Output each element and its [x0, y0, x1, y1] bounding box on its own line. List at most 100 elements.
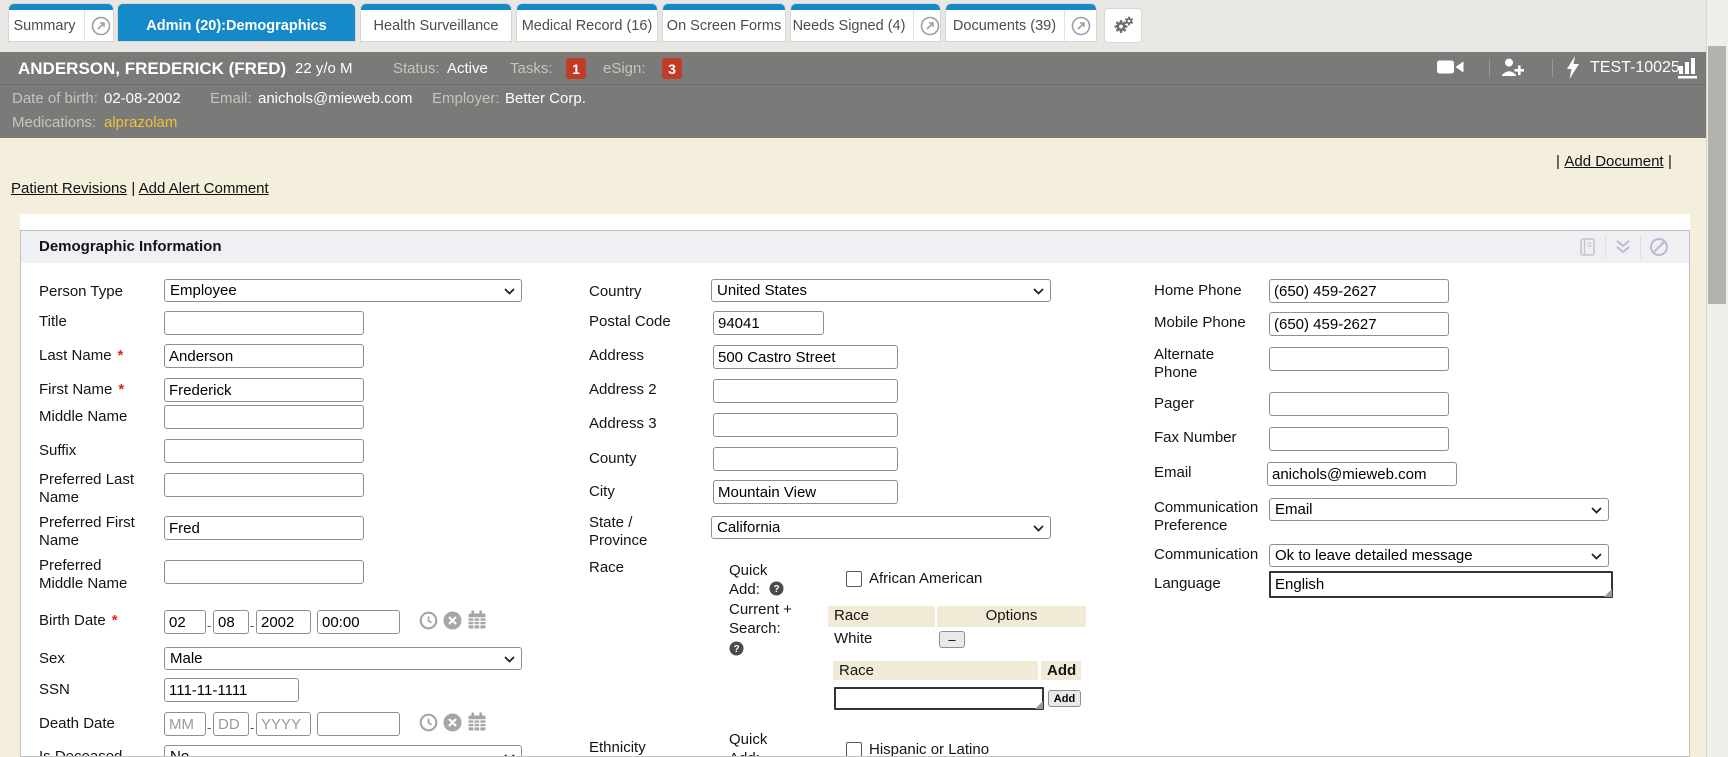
- title-label: Title: [39, 313, 67, 330]
- country-select[interactable]: United States: [711, 279, 1051, 302]
- content-top-margin: [20, 214, 1690, 230]
- journal-icon[interactable]: [1569, 237, 1605, 257]
- fax-number-input[interactable]: [1269, 427, 1449, 451]
- lightning-icon[interactable]: [1566, 56, 1580, 84]
- help-icon[interactable]: ?: [729, 641, 744, 661]
- communication-preference-select[interactable]: Email: [1269, 498, 1609, 521]
- esign-badge[interactable]: 3: [662, 58, 682, 79]
- preferred-middle-name-input[interactable]: [164, 560, 364, 584]
- address2-input[interactable]: [713, 379, 898, 403]
- last-name-label: Last Name*: [39, 347, 123, 364]
- state-province-select[interactable]: California: [711, 516, 1051, 539]
- preferred-last-name-input[interactable]: [164, 473, 364, 497]
- icon-divider: [1489, 59, 1490, 77]
- death-time-input[interactable]: [317, 712, 400, 736]
- address-input[interactable]: [713, 345, 898, 369]
- tab-documents[interactable]: Documents (39): [946, 4, 1096, 41]
- icon-divider: [1552, 59, 1553, 77]
- race-remove-button[interactable]: –: [939, 631, 965, 648]
- death-date-day-input[interactable]: [213, 712, 249, 736]
- first-name-input[interactable]: [164, 378, 364, 402]
- city-input[interactable]: [713, 480, 898, 504]
- date-dash: -: [250, 720, 254, 735]
- resize-grip[interactable]: [1604, 589, 1612, 597]
- death-date-month-input[interactable]: [164, 712, 206, 736]
- scrollbar-thumb[interactable]: [1708, 46, 1726, 304]
- pager-input[interactable]: [1269, 392, 1449, 416]
- date-dash: -: [207, 618, 211, 633]
- tab-label: Health Surveillance: [366, 18, 507, 34]
- birth-date-label: Birth Date*: [39, 612, 118, 629]
- add-document-link[interactable]: Add Document: [1564, 153, 1663, 170]
- death-date-year-input[interactable]: [256, 712, 311, 736]
- clear-date-icon[interactable]: [443, 713, 462, 737]
- birth-date-year-input[interactable]: [256, 610, 311, 634]
- home-phone-input[interactable]: [1269, 279, 1449, 303]
- tasks-label: Tasks:: [510, 60, 553, 77]
- bar-chart-icon[interactable]: [1678, 56, 1698, 84]
- tab-medical-record[interactable]: Medical Record (16): [517, 4, 657, 41]
- race-add-input[interactable]: [834, 687, 1044, 710]
- popout-icon[interactable]: [913, 10, 940, 41]
- suffix-label: Suffix: [39, 442, 76, 459]
- clock-icon[interactable]: [419, 611, 438, 635]
- tab-admin-demographics[interactable]: Admin (20):Demographics: [118, 4, 355, 41]
- birth-date-month-input[interactable]: [164, 610, 206, 634]
- add-alert-comment-link[interactable]: Add Alert Comment: [139, 180, 269, 197]
- help-icon[interactable]: ?: [769, 581, 784, 601]
- popout-icon[interactable]: [1064, 10, 1096, 41]
- panel-header: Demographic Information: [21, 231, 1689, 263]
- address3-input[interactable]: [713, 413, 898, 437]
- race-add-button[interactable]: Add: [1048, 690, 1081, 707]
- middle-name-input[interactable]: [164, 405, 364, 429]
- birth-time-input[interactable]: [317, 610, 400, 634]
- tasks-badge[interactable]: 1: [566, 58, 586, 79]
- add-person-icon[interactable]: [1501, 58, 1524, 82]
- popout-icon[interactable]: [84, 10, 113, 41]
- race-african-american-checkbox[interactable]: [846, 571, 862, 587]
- mobile-phone-input[interactable]: [1269, 312, 1449, 336]
- tab-settings-button[interactable]: [1104, 8, 1142, 43]
- tab-label: Admin (20):Demographics: [138, 18, 334, 34]
- preferred-last-name-label: Preferred Last: [39, 471, 134, 488]
- communication-select[interactable]: Ok to leave detailed message: [1269, 544, 1609, 567]
- tab-on-screen-forms[interactable]: On Screen Forms: [663, 4, 785, 41]
- patient-revisions-link[interactable]: Patient Revisions: [11, 180, 127, 197]
- clear-date-icon[interactable]: [443, 611, 462, 635]
- calendar-icon[interactable]: [467, 610, 487, 635]
- clock-icon[interactable]: [419, 713, 438, 737]
- video-camera-icon[interactable]: [1437, 59, 1464, 81]
- disable-icon[interactable]: [1641, 237, 1677, 257]
- ssn-input[interactable]: [164, 678, 299, 702]
- language-input[interactable]: [1269, 571, 1613, 598]
- birth-date-day-input[interactable]: [213, 610, 249, 634]
- postal-code-input[interactable]: [713, 311, 824, 335]
- ethnicity-label: Ethnicity: [589, 739, 646, 756]
- sex-select[interactable]: Male: [164, 647, 522, 670]
- alternate-phone-input[interactable]: [1269, 347, 1449, 371]
- add-document-bar: | Add Document |: [1556, 153, 1672, 171]
- tab-summary[interactable]: Summary: [9, 4, 113, 41]
- title-input[interactable]: [164, 311, 364, 335]
- language-label: Language: [1154, 575, 1221, 592]
- preferred-first-name-input[interactable]: [164, 516, 364, 540]
- email-input[interactable]: [1267, 462, 1457, 486]
- communication-preference-label: Communication: [1154, 499, 1258, 516]
- ethnicity-hispanic-label: Hispanic or Latino: [869, 741, 989, 757]
- calendar-icon[interactable]: [467, 712, 487, 737]
- tab-health-surveillance[interactable]: Health Surveillance: [361, 4, 511, 41]
- race-current-search-label2: Search:: [729, 620, 781, 637]
- medications-value[interactable]: alprazolam: [104, 114, 177, 131]
- tab-needs-signed[interactable]: Needs Signed (4): [791, 4, 940, 41]
- ethnicity-hispanic-checkbox[interactable]: [846, 742, 862, 757]
- last-name-input[interactable]: [164, 344, 364, 368]
- patient-name: ANDERSON, FREDERICK (FRED): [18, 59, 286, 79]
- suffix-input[interactable]: [164, 439, 364, 463]
- person-type-select[interactable]: Employee: [164, 279, 522, 302]
- is-deceased-select[interactable]: No: [164, 745, 522, 757]
- county-input[interactable]: [713, 447, 898, 471]
- resize-grip[interactable]: [1035, 701, 1043, 709]
- collapse-chevrons-icon[interactable]: [1606, 239, 1640, 255]
- ethnicity-quick-add-label: Quick: [729, 731, 767, 748]
- tab-label: Medical Record (16): [517, 18, 657, 34]
